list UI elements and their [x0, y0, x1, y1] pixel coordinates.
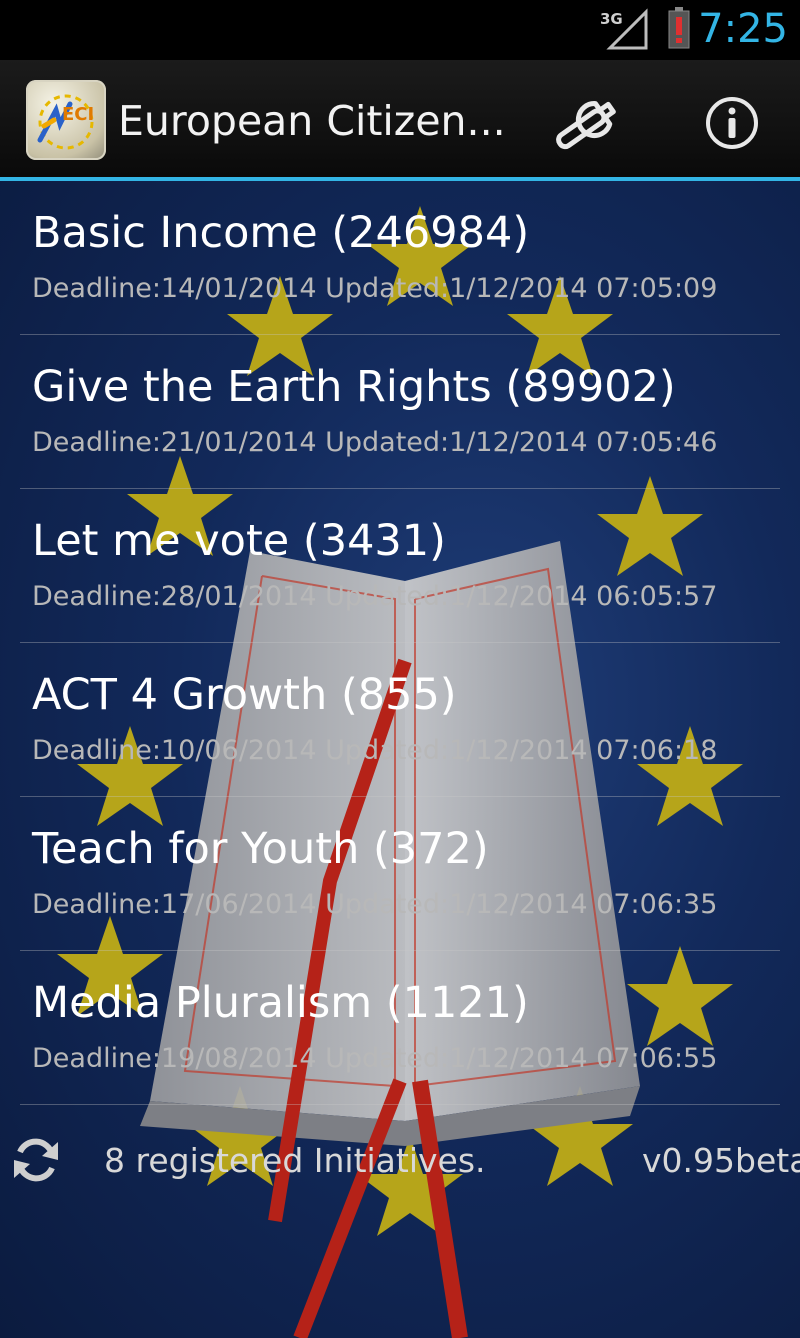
- signal-3g-icon: 3G: [600, 8, 648, 50]
- list-item[interactable]: Media Pluralism (1121) Deadline:19/08/20…: [0, 951, 800, 1105]
- list-item[interactable]: Basic Income (246984) Deadline:14/01/201…: [0, 181, 800, 335]
- initiative-meta: Deadline:10/06/2014 Updated:1/12/2014 07…: [32, 735, 718, 766]
- version-label: v0.95beta: [642, 1141, 800, 1180]
- settings-button[interactable]: [545, 82, 635, 162]
- status-bar: 3G 7:25: [0, 0, 800, 60]
- network-label: 3G: [600, 10, 623, 28]
- initiative-title: Let me vote (3431): [32, 516, 446, 566]
- list-item[interactable]: ACT 4 Growth (855) Deadline:10/06/2014 U…: [0, 643, 800, 797]
- initiative-title: Teach for Youth (372): [32, 824, 489, 874]
- divider: [20, 1104, 780, 1105]
- list-item[interactable]: Let me vote (3431) Deadline:28/01/2014 U…: [0, 489, 800, 643]
- initiative-title: ACT 4 Growth (855): [32, 670, 457, 720]
- initiative-count: 8 registered Initiatives.: [104, 1141, 486, 1180]
- initiative-meta: Deadline:17/06/2014 Updated:1/12/2014 07…: [32, 889, 718, 920]
- info-button[interactable]: [690, 82, 774, 162]
- initiative-title: Give the Earth Rights (89902): [32, 362, 676, 412]
- initiative-title: Basic Income (246984): [32, 208, 530, 258]
- eci-logo-icon[interactable]: ECI: [26, 80, 106, 160]
- info-icon: [706, 97, 758, 149]
- initiative-meta: Deadline:19/08/2014 Updated:1/12/2014 07…: [32, 1043, 718, 1074]
- wrench-icon: [556, 101, 616, 150]
- battery-low-icon: [668, 7, 690, 49]
- initiative-meta: Deadline:28/01/2014 Updated:1/12/2014 06…: [32, 581, 718, 612]
- app-title: European Citizen...: [118, 97, 506, 145]
- status-clock: 7:25: [698, 6, 788, 52]
- initiative-meta: Deadline:21/01/2014 Updated:1/12/2014 07…: [32, 427, 718, 458]
- list-item[interactable]: Give the Earth Rights (89902) Deadline:2…: [0, 335, 800, 489]
- logo-text: ECI: [62, 104, 94, 125]
- list-item[interactable]: Teach for Youth (372) Deadline:17/06/201…: [0, 797, 800, 951]
- action-bar: ECI European Citizen...: [0, 60, 800, 177]
- initiative-meta: Deadline:14/01/2014 Updated:1/12/2014 07…: [32, 273, 718, 304]
- initiative-title: Media Pluralism (1121): [32, 978, 529, 1028]
- refresh-icon[interactable]: [8, 1132, 64, 1188]
